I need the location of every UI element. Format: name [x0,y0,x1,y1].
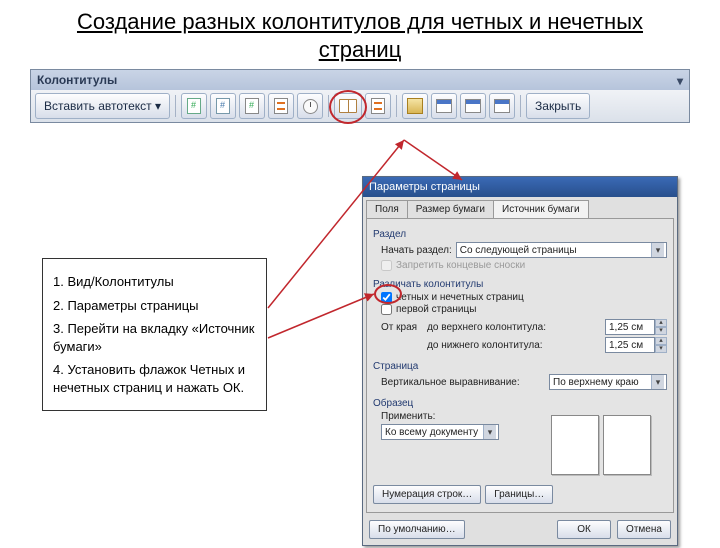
cancel-button[interactable]: Отмена [617,520,671,539]
tab-paper-size[interactable]: Размер бумаги [407,200,494,218]
show-previous-button[interactable] [460,93,486,119]
page-count-button[interactable] [210,93,236,119]
switch-header-footer-button[interactable] [431,93,457,119]
step-4: 4. Установить флажок Четных и нечетных с… [53,361,256,396]
insert-autotext-button[interactable]: Вставить автотекст ▾ [35,93,170,119]
same-as-previous-button[interactable] [402,93,428,119]
first-page-label: первой страницы [396,304,476,315]
page-setup-dialog: Параметры страницы Поля Размер бумаги Ис… [362,176,678,546]
valign-value: По верхнему краю [553,377,639,388]
format-number-icon [245,98,259,114]
section-group-label: Раздел [373,229,667,240]
step-2: 2. Параметры страницы [53,297,256,315]
prev-icon [465,99,481,113]
dialog-title: Параметры страницы [363,177,677,197]
instructions-box: 1. Вид/Колонтитулы 2. Параметры страницы… [42,258,267,411]
section-start-select[interactable]: Со следующей страницы [456,242,667,258]
preview-page-right [603,415,651,475]
tab-margins[interactable]: Поля [366,200,408,218]
separator [175,95,176,117]
toolbar-title: Колонтитулы ▾ [31,70,689,90]
footer-distance-label: до нижнего колонтитула: [427,340,543,351]
headers-footers-toolbar: Колонтитулы ▾ Вставить автотекст ▾ Закры… [30,69,690,123]
separator [328,95,329,117]
borders-button[interactable]: Границы… [485,485,553,504]
default-button[interactable]: По умолчанию… [369,520,465,539]
clock-icon [303,99,318,114]
date-icon [274,98,288,114]
footer-distance-value[interactable]: 1,25 см [605,337,655,353]
suppress-endnotes-checkbox [381,260,392,271]
show-next-button[interactable] [489,93,515,119]
spin-down-icon[interactable]: ▾ [655,327,667,335]
apply-to-select[interactable]: Ко всему документу [381,424,499,440]
dialog-body: Раздел Начать раздел: Со следующей стран… [366,218,674,513]
ok-button[interactable]: ОК [557,520,611,539]
headers-group-label: Различать колонтитулы [373,279,667,290]
first-page-checkbox[interactable] [381,304,392,315]
header-distance-label: до верхнего колонтитула: [427,322,546,333]
dialog-tabs: Поля Размер бумаги Источник бумаги [363,197,677,218]
toolbar-menu-icon[interactable]: ▾ [677,74,683,88]
page-body-icon [371,98,385,114]
section-start-value: Со следующей страницы [460,245,577,256]
step-1: 1. Вид/Колонтитулы [53,273,256,291]
valign-label: Вертикальное выравнивание: [381,377,520,388]
separator [396,95,397,117]
close-toolbar-button[interactable]: Закрыть [526,93,590,119]
from-edge-label: От края [381,322,417,333]
odd-even-label: четных и нечетных страниц [396,292,524,303]
suppress-endnotes-label: Запретить концевые сноски [396,260,525,271]
insert-date-button[interactable] [268,93,294,119]
insert-time-button[interactable] [297,93,323,119]
spin-up-icon[interactable]: ▴ [655,337,667,345]
format-page-number-button[interactable] [239,93,265,119]
preview-group-label: Образец [373,398,667,409]
header-distance-value[interactable]: 1,25 см [605,319,655,335]
header-distance-spinner[interactable]: 1,25 см ▴▾ [605,319,667,335]
page-title: Создание разных колонтитулов для четных … [40,8,680,63]
hash-page-icon [187,98,201,114]
page-group-label: Страница [373,361,667,372]
line-numbers-button[interactable]: Нумерация строк… [373,485,481,504]
switch-icon [436,99,452,113]
tab-paper-source[interactable]: Источник бумаги [493,200,589,218]
book-icon [339,99,357,113]
preview-page-left [551,415,599,475]
toolbar-title-text: Колонтитулы [37,73,117,87]
preview-pages [551,415,651,475]
next-icon [494,99,510,113]
separator [520,95,521,117]
apply-to-label: Применить: [381,411,499,422]
spin-down-icon[interactable]: ▾ [655,345,667,353]
page-setup-button[interactable] [334,93,362,119]
odd-even-checkbox[interactable] [381,292,392,303]
page-number-button[interactable] [181,93,207,119]
section-start-label: Начать раздел: [381,245,452,256]
show-hide-text-button[interactable] [365,93,391,119]
valign-select[interactable]: По верхнему краю [549,374,667,390]
link-previous-icon [407,98,423,114]
hash-pages-icon [216,98,230,114]
spin-up-icon[interactable]: ▴ [655,319,667,327]
footer-distance-spinner[interactable]: 1,25 см ▴▾ [605,337,667,353]
step-3: 3. Перейти на вкладку «Источник бумаги» [53,320,256,355]
apply-to-value: Ко всему документу [385,427,478,438]
